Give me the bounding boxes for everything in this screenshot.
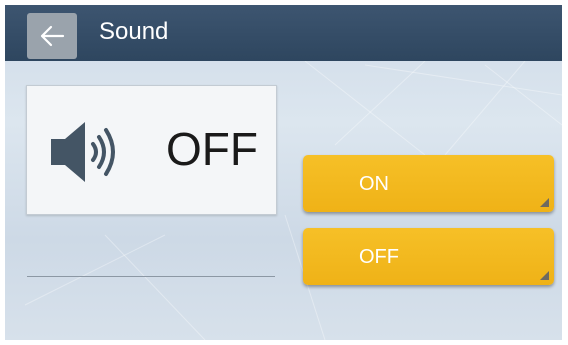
sound-on-label: ON — [359, 173, 389, 195]
sound-settings-screen: Sound OFF ON OFF — [5, 5, 562, 340]
arrow-left-icon — [40, 25, 65, 47]
divider — [27, 276, 275, 277]
back-button[interactable] — [27, 13, 77, 59]
sound-status-value: OFF — [166, 123, 258, 175]
corner-triangle-icon — [540, 271, 549, 280]
sound-on-button[interactable]: ON — [303, 155, 554, 212]
page-title: Sound — [99, 18, 169, 45]
sound-status-panel: OFF — [26, 85, 277, 215]
speaker-icon — [51, 122, 115, 182]
sound-off-button[interactable]: OFF — [303, 228, 554, 285]
corner-triangle-icon — [540, 198, 549, 207]
sound-off-label: OFF — [359, 246, 399, 268]
top-bar: Sound — [5, 5, 562, 61]
